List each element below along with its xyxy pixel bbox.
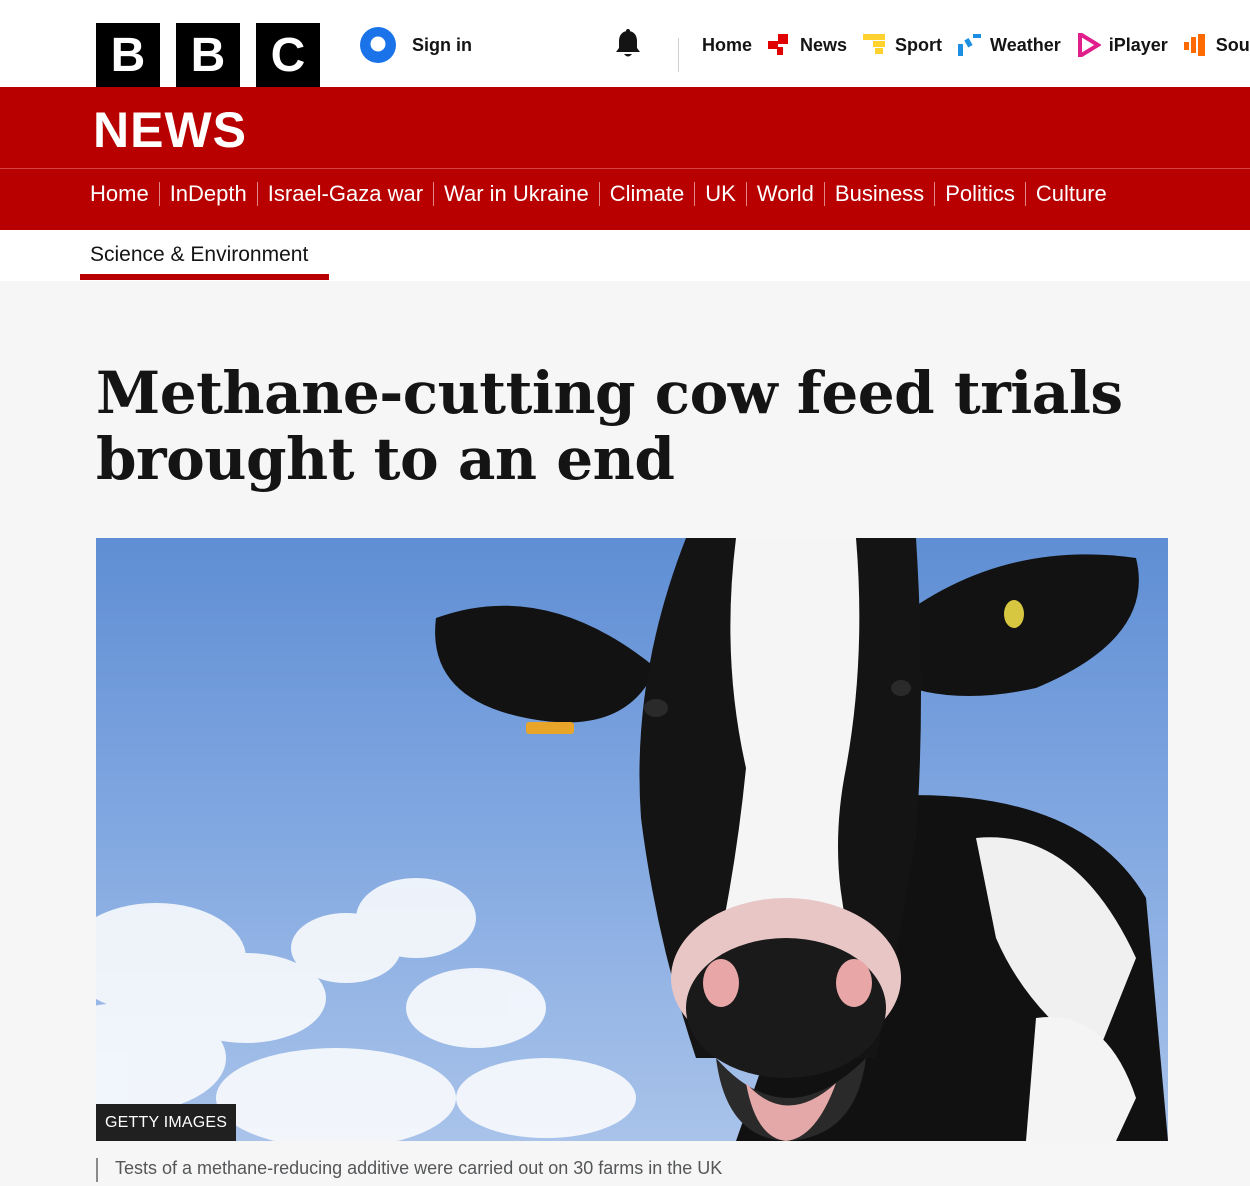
global-nav-sounds[interactable]: Sounds — [1183, 30, 1250, 60]
caption-bar — [96, 1158, 98, 1182]
news-brand-title[interactable]: NEWS — [93, 101, 247, 159]
section-nav-separator — [433, 182, 435, 206]
section-nav-list: Home InDepth Israel-Gaza war War in Ukra… — [90, 181, 1107, 207]
section-nav-item[interactable]: Culture — [1036, 181, 1107, 207]
section-nav-item[interactable]: Home — [90, 181, 149, 207]
global-nav-sport[interactable]: Sport — [863, 30, 942, 60]
section-nav-item[interactable]: Israel-Gaza war — [268, 181, 423, 207]
global-nav-sport-label: Sport — [895, 34, 943, 55]
global-nav-iplayer-label: iPlayer — [1108, 34, 1168, 55]
global-nav-sounds-label: Sounds — [1215, 34, 1250, 55]
subnav-active-indicator — [80, 274, 329, 280]
image-credit-label: GETTY IMAGES — [96, 1104, 237, 1141]
header-divider — [678, 38, 679, 72]
bbc-logo-letter: B — [96, 23, 160, 87]
sign-in-link[interactable]: Sign in — [360, 27, 472, 63]
global-nav-news-label: News — [800, 34, 848, 55]
sub-nav: Science & Environment — [0, 230, 1250, 281]
news-banner: NEWS — [0, 87, 1250, 168]
section-nav-separator — [598, 182, 600, 206]
bbc-logo-letter: C — [256, 23, 320, 87]
section-nav-separator — [1024, 182, 1026, 206]
bbc-logo-letter: B — [176, 23, 240, 87]
global-nav: Home News Sport Weather iPlayer Sou — [702, 30, 1250, 60]
article-hero-image — [96, 538, 1168, 1141]
section-nav-item[interactable]: War in Ukraine — [444, 181, 589, 207]
section-nav-item[interactable]: World — [757, 181, 814, 207]
section-nav-item[interactable]: Business — [835, 181, 924, 207]
global-nav-iplayer[interactable]: iPlayer — [1077, 30, 1168, 60]
global-nav-weather[interactable]: Weather — [958, 30, 1061, 60]
sport-icon — [863, 34, 886, 54]
weather-icon — [958, 34, 982, 56]
section-nav-item[interactable]: Climate — [610, 181, 685, 207]
global-nav-weather-label: Weather — [990, 34, 1061, 55]
section-nav-separator — [694, 182, 696, 206]
section-nav: Home InDepth Israel-Gaza war War in Ukra… — [0, 169, 1250, 230]
section-nav-separator — [823, 182, 825, 206]
section-nav-separator — [745, 182, 747, 206]
global-nav-home-label: Home — [702, 34, 753, 55]
sounds-icon — [1183, 34, 1205, 56]
section-nav-separator — [934, 182, 936, 206]
top-bar: B B C Sign in Home News Sport Weather iP… — [0, 0, 1250, 87]
bbc-logo[interactable]: B B C — [96, 23, 320, 87]
iplayer-icon — [1077, 33, 1101, 57]
cow-photo-illustration — [96, 538, 1168, 1141]
section-nav-separator — [256, 182, 258, 206]
notifications-bell-icon[interactable] — [612, 28, 644, 62]
subnav-item-science-environment[interactable]: Science & Environment — [90, 243, 308, 267]
image-caption: Tests of a methane-reducing additive wer… — [115, 1158, 723, 1178]
section-nav-item[interactable]: UK — [705, 181, 736, 207]
account-icon — [360, 27, 396, 63]
section-nav-separator — [158, 182, 160, 206]
news-icon — [768, 34, 789, 55]
article-headline: Methane-cutting cow feed trials brought … — [96, 359, 1123, 493]
global-nav-home[interactable]: Home — [702, 30, 752, 60]
section-nav-item[interactable]: Politics — [945, 181, 1015, 207]
sign-in-label: Sign in — [412, 34, 472, 55]
global-nav-news[interactable]: News — [768, 30, 847, 60]
section-nav-item[interactable]: InDepth — [170, 181, 247, 207]
